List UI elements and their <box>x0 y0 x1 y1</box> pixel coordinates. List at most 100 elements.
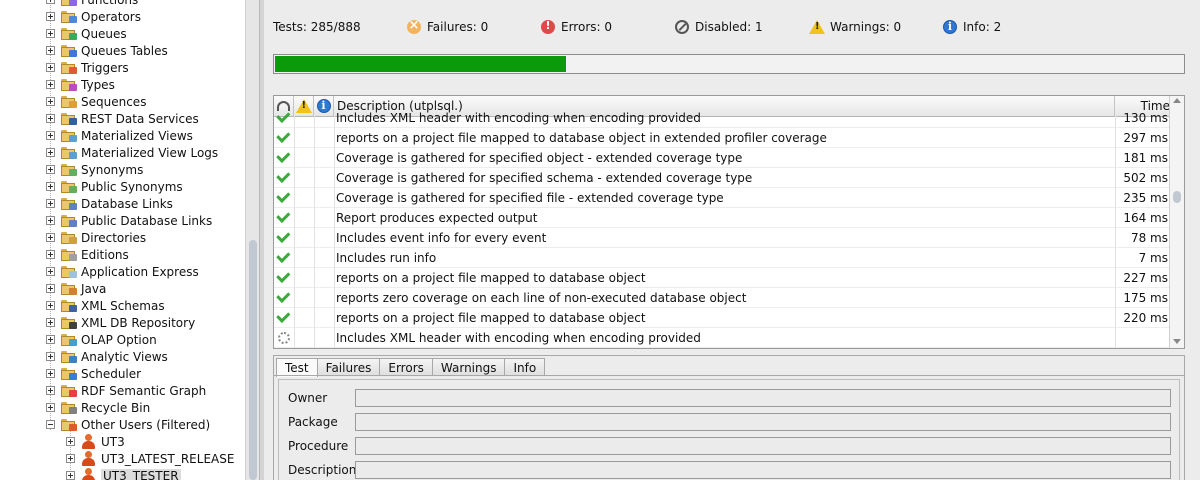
tree-item[interactable]: XML Schemas <box>46 297 165 314</box>
tree-item[interactable]: REST Data Services <box>46 110 199 127</box>
expand-icon[interactable] <box>46 386 55 395</box>
expand-icon[interactable] <box>46 80 55 89</box>
tree-item[interactable]: Triggers <box>46 59 129 76</box>
tab-errors[interactable]: Errors <box>379 358 433 376</box>
result-time: 181 ms <box>1123 151 1168 165</box>
expand-icon[interactable] <box>46 352 55 361</box>
field-package[interactable] <box>355 413 1171 431</box>
result-row[interactable]: Report produces expected output 164 ms <box>274 208 1170 228</box>
tab-warnings[interactable]: Warnings <box>431 358 506 376</box>
expand-icon[interactable] <box>46 403 55 412</box>
expand-icon[interactable] <box>66 437 75 446</box>
expand-icon[interactable] <box>46 335 55 344</box>
expand-icon[interactable] <box>46 63 55 72</box>
folder-icon <box>61 197 77 210</box>
expand-icon[interactable] <box>66 471 75 480</box>
expand-icon[interactable] <box>46 182 55 191</box>
results-scrollbar-thumb[interactable] <box>1173 191 1181 203</box>
tree-item[interactable]: RDF Semantic Graph <box>46 382 206 399</box>
expand-icon[interactable] <box>46 250 55 259</box>
result-row[interactable]: Coverage is gathered for specified schem… <box>274 168 1170 188</box>
result-description: Coverage is gathered for specified objec… <box>336 151 743 165</box>
result-row[interactable]: reports on a project file mapped to data… <box>274 128 1170 148</box>
tree-item[interactable]: Public Database Links <box>46 212 212 229</box>
tree-item[interactable]: Application Express <box>46 263 199 280</box>
result-row[interactable]: Includes run info 7 ms <box>274 248 1170 268</box>
panel-splitter[interactable] <box>259 0 264 480</box>
expand-icon[interactable] <box>46 369 55 378</box>
tree-item[interactable]: Queues <box>46 25 127 42</box>
expand-icon[interactable] <box>46 284 55 293</box>
tree-item[interactable]: Scheduler <box>46 365 141 382</box>
result-row[interactable]: Coverage is gathered for specified objec… <box>274 148 1170 168</box>
result-time: 78 ms <box>1130 231 1168 245</box>
result-row[interactable]: Includes XML header with encoding when e… <box>274 108 1170 128</box>
result-time: 502 ms <box>1123 171 1168 185</box>
tree-item[interactable]: Database Links <box>46 195 173 212</box>
tree-item-label: XML DB Repository <box>81 315 196 330</box>
field-description[interactable] <box>355 461 1171 479</box>
expand-icon[interactable] <box>46 46 55 55</box>
tree-item[interactable]: Queues Tables <box>46 42 168 59</box>
tree-item-user[interactable]: UT3_TESTER <box>66 467 181 480</box>
folder-icon <box>61 44 77 57</box>
tree-item[interactable]: Sequences <box>46 93 146 110</box>
scroll-up-arrow-icon[interactable] <box>1173 98 1181 103</box>
tree-item-label: Sequences <box>81 94 147 109</box>
expand-icon[interactable] <box>66 454 75 463</box>
tests-count-label: Tests: 285/888 <box>273 20 361 34</box>
expand-icon[interactable] <box>46 165 55 174</box>
tab-failures[interactable]: Failures <box>316 358 381 376</box>
result-row[interactable]: reports on a project file mapped to data… <box>274 308 1170 328</box>
tree-item[interactable]: Public Synonyms <box>46 178 183 195</box>
expand-icon[interactable] <box>46 199 55 208</box>
tree-item-user[interactable]: UT3 <box>66 433 125 450</box>
result-description: Coverage is gathered for specified file … <box>336 191 724 205</box>
expand-icon[interactable] <box>46 216 55 225</box>
expand-icon[interactable] <box>46 148 55 157</box>
tree-item[interactable]: Analytic Views <box>46 348 168 365</box>
collapse-icon[interactable] <box>46 420 55 429</box>
tree-scrollbar[interactable] <box>245 0 260 480</box>
tree-item[interactable]: Operators <box>46 8 141 25</box>
tree-item[interactable]: Materialized View Logs <box>46 144 218 161</box>
scroll-down-arrow-icon[interactable] <box>1173 339 1181 344</box>
result-row[interactable]: Includes event info for every event 78 ms <box>274 228 1170 248</box>
tree-item[interactable]: Editions <box>46 246 129 263</box>
tab-info[interactable]: Info <box>504 358 546 376</box>
expand-icon[interactable] <box>46 318 55 327</box>
result-row[interactable]: Includes XML header with encoding when e… <box>274 328 1170 348</box>
tree-item[interactable]: Java <box>46 280 106 297</box>
tree-item[interactable]: OLAP Option <box>46 331 157 348</box>
tree-item[interactable]: Synonyms <box>46 161 143 178</box>
tree-item[interactable]: Directories <box>46 229 146 246</box>
progress-bar <box>273 54 1185 74</box>
expand-icon[interactable] <box>46 0 55 4</box>
tree-item[interactable]: Recycle Bin <box>46 399 150 416</box>
result-row[interactable]: Coverage is gathered for specified file … <box>274 188 1170 208</box>
result-status <box>274 268 294 288</box>
expand-icon[interactable] <box>46 29 55 38</box>
expand-icon[interactable] <box>46 97 55 106</box>
expand-icon[interactable] <box>46 267 55 276</box>
expand-icon[interactable] <box>46 301 55 310</box>
tree-item-label: Java <box>81 281 107 296</box>
tree-item[interactable]: Types <box>46 76 115 93</box>
expand-icon[interactable] <box>46 114 55 123</box>
tree-item[interactable]: Functions <box>46 0 138 8</box>
folder-icon <box>61 367 77 380</box>
expand-icon[interactable] <box>46 12 55 21</box>
result-status <box>274 108 294 128</box>
expand-icon[interactable] <box>46 233 55 242</box>
tree-item[interactable]: Materialized Views <box>46 127 193 144</box>
field-procedure[interactable] <box>355 437 1171 455</box>
expand-icon[interactable] <box>46 131 55 140</box>
tree-item-user[interactable]: UT3_LATEST_RELEASE <box>66 450 234 467</box>
tree-item[interactable]: XML DB Repository <box>46 314 195 331</box>
field-owner[interactable] <box>355 389 1171 407</box>
result-row[interactable]: reports on a project file mapped to data… <box>274 268 1170 288</box>
results-scrollbar[interactable] <box>1169 96 1184 348</box>
result-row[interactable]: reports zero coverage on each line of no… <box>274 288 1170 308</box>
tree-scrollbar-thumb[interactable] <box>249 240 257 480</box>
tree-item[interactable]: Other Users (Filtered) <box>46 416 210 433</box>
